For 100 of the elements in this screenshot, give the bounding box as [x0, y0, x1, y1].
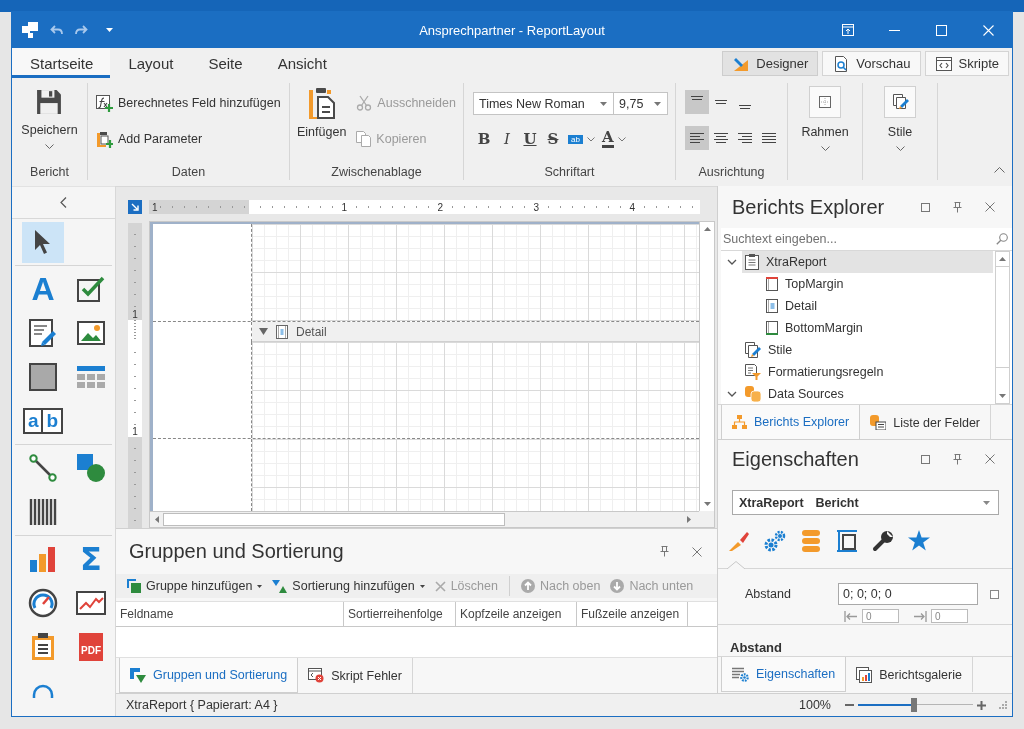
tool-button[interactable]: Σ [70, 538, 112, 580]
square-icon[interactable] [921, 202, 930, 212]
toolbar-button[interactable]: Sortierung hinzufügen [269, 575, 428, 597]
vertical-scrollbar[interactable] [699, 222, 714, 511]
field-list-icon [870, 415, 887, 430]
ribbon-tab[interactable]: Layout [110, 48, 191, 78]
scroll-left-icon[interactable] [155, 516, 159, 523]
slider-thumb[interactable] [911, 698, 918, 712]
caret-down-icon[interactable] [106, 28, 113, 32]
plus-icon[interactable] [977, 700, 986, 710]
bold-button[interactable]: B [473, 128, 495, 150]
pin-icon[interactable] [953, 201, 962, 213]
redo-icon[interactable] [75, 25, 88, 35]
styles-button[interactable]: Stile [880, 78, 920, 164]
clipboard-plus-icon [96, 130, 113, 148]
panel-tab[interactable]: Berichtsgalerie [846, 657, 973, 692]
document-magnifier-icon [833, 55, 850, 72]
scroll-thumb[interactable] [996, 266, 1009, 368]
square-icon[interactable] [990, 589, 999, 599]
report-icon [745, 254, 759, 270]
italic-button[interactable]: I [496, 128, 518, 150]
panel-tab[interactable]: Berichts Explorer [721, 405, 861, 440]
font-size-dropdown[interactable]: 9,75 [614, 92, 668, 115]
panel-tab[interactable]: Eigenschaften [721, 657, 847, 692]
horizontal-scrollbar[interactable] [150, 511, 699, 527]
caret-down-icon [600, 101, 607, 106]
chevron-left-icon[interactable] [60, 197, 67, 208]
tree-item[interactable]: Formatierungsregeln [742, 361, 993, 383]
panel-tab[interactable]: Liste der Felder [860, 405, 992, 440]
band-header[interactable]: Detail [252, 322, 699, 342]
ribbon-tab[interactable]: Ansicht [259, 48, 344, 78]
corner-arrow-icon[interactable] [128, 200, 142, 214]
save-button[interactable]: Speichern [17, 78, 82, 164]
object-dropdown[interactable]: XtraReport Bericht [732, 490, 999, 515]
pin-icon[interactable] [953, 453, 962, 465]
script-error-icon [308, 668, 325, 683]
command-button[interactable]: Add Parameter [94, 128, 283, 150]
tree-item[interactable]: Detail [763, 295, 993, 317]
panel-icon [29, 363, 57, 391]
tool-button[interactable] [22, 221, 64, 263]
ruler-number: 3 [532, 201, 540, 213]
square-icon[interactable] [921, 454, 930, 464]
ribbon-tab[interactable]: Startseite [12, 48, 111, 78]
search-icon[interactable] [996, 233, 1008, 245]
band-title: Detail [296, 324, 327, 339]
value-field[interactable]: 0 [862, 609, 899, 623]
undo-icon[interactable] [50, 25, 63, 35]
tree-item[interactable]: Data Sources [742, 383, 993, 404]
scroll-up-icon[interactable] [999, 257, 1006, 261]
font-dropdown[interactable]: Times New Roman [473, 92, 614, 115]
property-label: Abstand [745, 587, 792, 601]
alignment-button[interactable] [685, 126, 709, 150]
close-icon[interactable] [985, 202, 995, 212]
command-button[interactable]: Berechnetes Feld hinzufügen [94, 92, 283, 114]
toolbar-button[interactable]: Gruppe hinzufügen [124, 575, 266, 597]
view-button[interactable]: Skripte [924, 51, 1009, 76]
tree-item[interactable]: XtraReport [742, 251, 993, 273]
size-frame-icon [837, 530, 857, 552]
align-middle-icon [715, 100, 727, 104]
styles-icon [884, 86, 916, 118]
star-icon [908, 530, 930, 551]
gallery-icon [856, 666, 873, 683]
underline-button[interactable]: U [519, 128, 541, 150]
scroll-thumb[interactable] [163, 513, 505, 526]
pin-icon[interactable] [660, 546, 669, 557]
view-button[interactable]: Vorschau [822, 51, 921, 76]
value-field[interactable]: 0; 0; 0; 0 [838, 583, 978, 605]
document-filter-icon [745, 364, 761, 380]
scroll-down-icon[interactable] [999, 394, 1006, 398]
borders-button[interactable]: Rahmen [797, 78, 853, 164]
search-field[interactable]: Suchtext eingeben... [721, 228, 1012, 250]
strike-button[interactable]: S [542, 128, 564, 150]
tree-item[interactable]: TopMargin [763, 273, 993, 295]
triangle-down-icon[interactable] [259, 328, 268, 335]
chevron-down-icon[interactable] [726, 257, 737, 267]
close-icon[interactable] [692, 546, 702, 557]
chevron-down-icon[interactable] [726, 389, 737, 399]
resize-grip-icon[interactable] [999, 701, 1007, 709]
arrow-down-icon [610, 579, 625, 593]
tool-button[interactable]: PDF [70, 626, 112, 668]
tree-item[interactable]: Stile [742, 339, 993, 361]
close-icon[interactable] [985, 454, 995, 464]
highlight-button[interactable]: ab [565, 128, 598, 150]
clipboard-icon [307, 87, 336, 119]
scroll-right-icon[interactable] [687, 516, 691, 523]
panel-tab[interactable]: Gruppen und Sortierung [119, 658, 299, 693]
scroll-down-icon[interactable] [703, 502, 711, 506]
ribbon-tab[interactable]: Seite [190, 48, 260, 78]
scroll-up-icon[interactable] [703, 227, 711, 231]
chevron-up-icon[interactable] [994, 167, 1005, 173]
font-color-button[interactable]: A [598, 128, 629, 150]
value-field[interactable]: 0 [931, 609, 968, 623]
view-button[interactable]: Designer [722, 51, 819, 76]
tree-item[interactable]: BottomMargin [763, 317, 993, 339]
paste-button[interactable]: Einfügen [290, 78, 351, 164]
app-logo-icon[interactable] [22, 22, 38, 38]
alignment-button[interactable] [685, 90, 709, 114]
vertical-scrollbar[interactable] [995, 251, 1010, 404]
tool-button[interactable]: A [22, 268, 64, 310]
barcode-icon [29, 498, 57, 526]
